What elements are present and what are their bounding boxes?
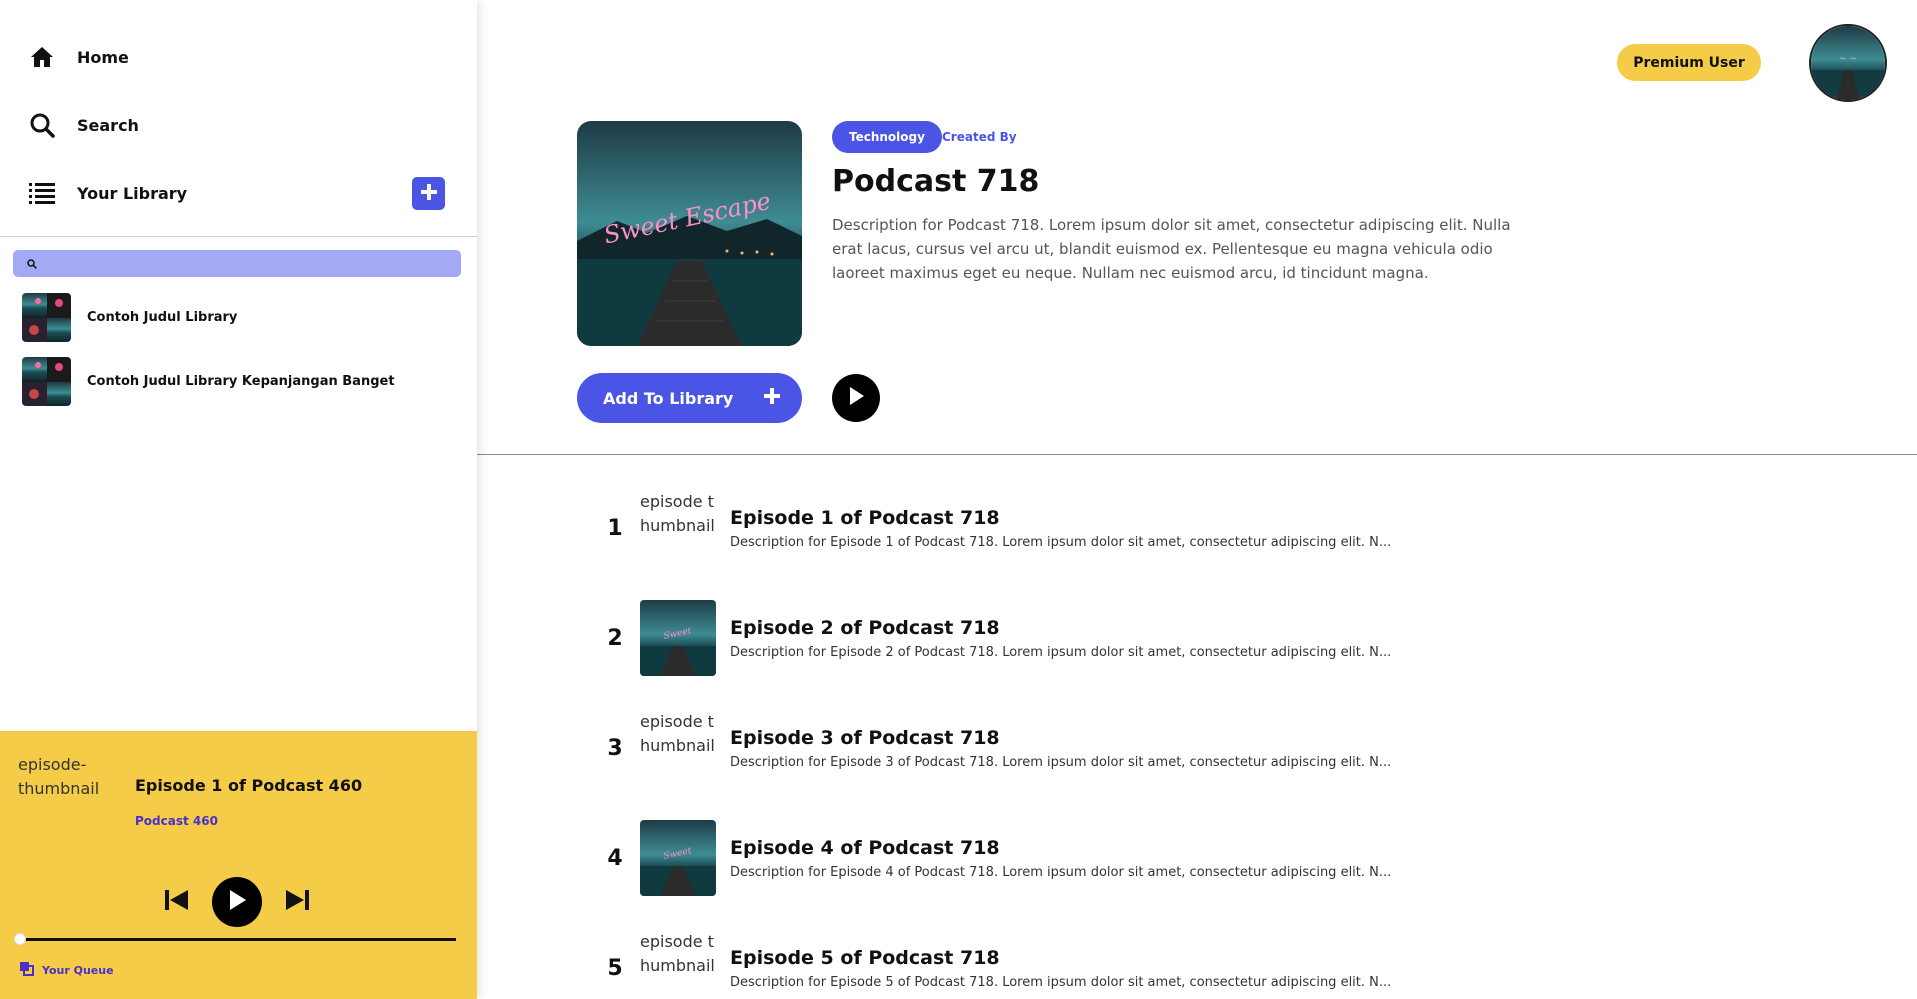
episode-thumbnail: episode thumbnail	[640, 930, 716, 999]
previous-button[interactable]	[163, 888, 191, 916]
library-item-thumbnail	[22, 357, 71, 406]
episode-title: Episode 1 of Podcast 718	[730, 506, 1000, 529]
content-divider	[477, 454, 1917, 455]
add-to-library-label: Add To Library	[603, 388, 734, 408]
nav-library-label: Your Library	[77, 183, 188, 203]
episode-row[interactable]: 2 Sweet Episode 2 of Podcast 718 Descriptio…	[600, 593, 1500, 683]
library-item-label: Contoh Judul Library	[87, 310, 238, 325]
home-icon	[28, 43, 56, 71]
library-item[interactable]: Contoh Judul Library Kepanjangan Banget	[22, 357, 395, 406]
queue-link[interactable]: Your Queue	[19, 961, 114, 980]
episode-number: 1	[607, 515, 623, 541]
episode-info: Episode 1 of Podcast 718 Description for …	[730, 507, 1391, 550]
episode-info: Episode 3 of Podcast 718 Description for …	[730, 727, 1391, 770]
episode-thumbnail: episode thumbnail	[640, 490, 716, 566]
episode-thumbnail-alt: episode thumbnail	[640, 932, 715, 975]
episode-title: Episode 2 of Podcast 718	[730, 616, 1000, 639]
library-item-label: Contoh Judul Library Kepanjangan Banget	[87, 374, 395, 389]
skip-previous-icon	[164, 889, 190, 915]
queue-icon	[19, 961, 34, 980]
plus-icon	[764, 388, 780, 408]
now-playing-podcast[interactable]: Podcast 460	[135, 814, 218, 828]
sidebar-divider	[0, 236, 477, 237]
skip-next-icon	[284, 889, 310, 915]
nav-library[interactable]: Your Library	[28, 177, 187, 209]
episode-description: Description for Episode 2 of Podcast 718…	[730, 644, 1392, 660]
episode-title: Episode 4 of Podcast 718	[730, 836, 1000, 859]
episode-thumbnail: episode thumbnail	[640, 710, 716, 786]
avatar[interactable]: ~ ~	[1809, 24, 1887, 102]
episode-row[interactable]: 1 episode thumbnail Episode 1 of Podcast 7…	[600, 483, 1500, 573]
episode-number: 4	[607, 845, 623, 871]
play-podcast-button[interactable]	[832, 374, 880, 422]
plus-icon	[420, 183, 438, 205]
episode-info: Episode 5 of Podcast 718 Description for …	[730, 947, 1391, 990]
play-button[interactable]	[212, 877, 262, 927]
episode-description: Description for Episode 5 of Podcast 718…	[730, 974, 1392, 990]
episode-description: Description for Episode 4 of Podcast 718…	[730, 864, 1392, 880]
progress-knob[interactable]	[14, 933, 26, 945]
search-icon	[27, 254, 37, 273]
episode-info: Episode 2 of Podcast 718 Description for …	[730, 617, 1391, 660]
now-playing-title: Episode 1 of Podcast 460	[135, 776, 363, 795]
episode-info: Episode 4 of Podcast 718 Description for …	[730, 837, 1391, 880]
podcast-cover: Sweet Escape	[577, 121, 802, 346]
library-item-thumbnail	[22, 293, 71, 342]
nav-search[interactable]: Search	[28, 109, 139, 141]
library-item[interactable]: Contoh Judul Library	[22, 293, 237, 342]
episode-row[interactable]: 5 episode thumbnail Episode 5 of Podcast 7…	[600, 923, 1500, 999]
episode-description: Description for Episode 3 of Podcast 718…	[730, 754, 1392, 770]
created-by-link[interactable]: Created By	[942, 130, 1017, 144]
nav-home[interactable]: Home	[28, 41, 129, 73]
episode-thumbnail-alt: episode thumbnail	[640, 492, 715, 535]
episode-title: Episode 5 of Podcast 718	[730, 946, 1000, 969]
category-badge[interactable]: Technology	[832, 121, 942, 153]
svg-text:~ ~: ~ ~	[1839, 54, 1857, 64]
episode-row[interactable]: 4 Sweet Episode 4 of Podcast 718 Descriptio…	[600, 813, 1500, 903]
library-search	[13, 250, 461, 277]
queue-label: Your Queue	[42, 964, 114, 977]
list-icon	[28, 179, 56, 207]
play-icon	[227, 889, 247, 915]
library-search-input[interactable]	[47, 250, 447, 277]
search-icon	[28, 111, 56, 139]
next-button[interactable]	[283, 888, 311, 916]
episode-thumbnail: Sweet	[640, 600, 716, 676]
nav-home-label: Home	[77, 47, 129, 67]
episode-description: Description for Episode 1 of Podcast 718…	[730, 534, 1392, 550]
episode-thumbnail-alt: episode thumbnail	[640, 712, 715, 755]
play-icon	[847, 386, 865, 410]
episode-thumbnail: Sweet	[640, 820, 716, 896]
episode-number: 2	[607, 625, 623, 651]
premium-user-badge[interactable]: Premium User	[1617, 44, 1761, 81]
now-playing-bar: episode-thumbnail Episode 1 of Podcast 4…	[0, 731, 477, 999]
episode-row[interactable]: 3 episode thumbnail Episode 3 of Podcast 7…	[600, 703, 1500, 793]
add-library-button[interactable]	[412, 177, 445, 210]
nav-search-label: Search	[77, 115, 139, 135]
podcast-description: Description for Podcast 718. Lorem ipsum…	[832, 216, 1511, 282]
page-title: Podcast 718	[832, 164, 1040, 199]
episode-number: 3	[607, 735, 623, 761]
playback-progress[interactable]	[14, 933, 456, 945]
add-to-library-button[interactable]: Add To Library	[577, 373, 802, 423]
episode-title: Episode 3 of Podcast 718	[730, 726, 1000, 749]
sidebar: Home Search Your Library Contoh Judul Li…	[0, 0, 477, 999]
now-playing-thumbnail: episode-thumbnail	[18, 755, 100, 798]
episode-number: 5	[607, 955, 623, 981]
